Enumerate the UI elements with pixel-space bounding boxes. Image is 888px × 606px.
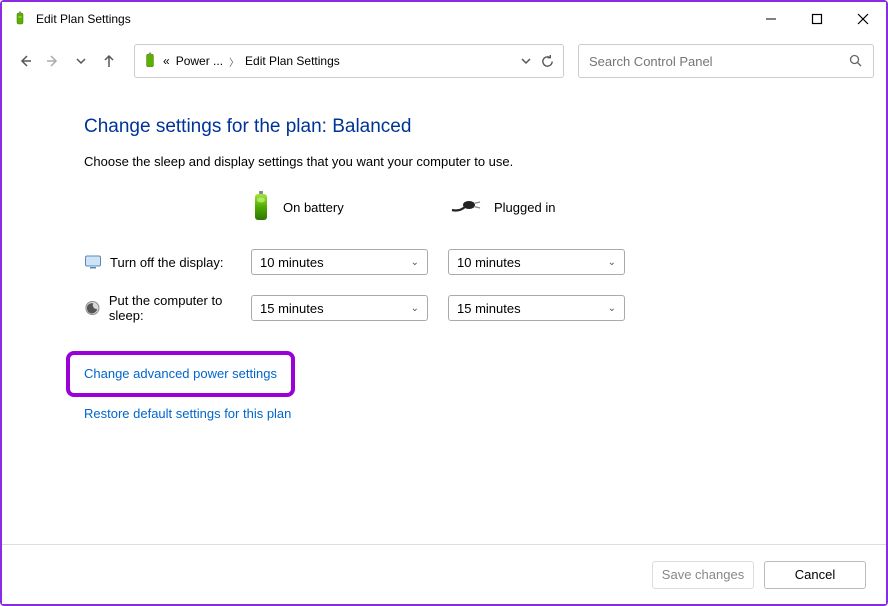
setting-row-display: Turn off the display: 10 minutes ⌄ 10 mi… [84, 249, 846, 275]
chevron-right-icon: 〉 [229, 54, 239, 69]
battery-icon [251, 189, 271, 225]
save-button[interactable]: Save changes [652, 561, 754, 589]
setting-row-sleep: Put the computer to sleep: 15 minutes ⌄ … [84, 293, 846, 323]
breadcrumb-prefix: « [163, 54, 170, 68]
window-title: Edit Plan Settings [36, 12, 748, 26]
chevron-down-icon: ⌄ [608, 303, 616, 314]
row-display-label: Turn off the display: [110, 255, 223, 270]
search-input[interactable] [589, 54, 849, 69]
titlebar: Edit Plan Settings [2, 2, 886, 36]
cancel-button[interactable]: Cancel [764, 561, 866, 589]
restore-defaults-link[interactable]: Restore default settings for this plan [84, 406, 291, 421]
content: Change settings for the plan: Balanced C… [2, 86, 886, 435]
advanced-settings-link[interactable]: Change advanced power settings [84, 366, 277, 381]
address-icon [141, 52, 159, 70]
chevron-down-icon: ⌄ [608, 257, 616, 268]
chevron-down-icon: ⌄ [411, 303, 419, 314]
forward-button[interactable] [42, 50, 64, 72]
recent-dropdown[interactable] [70, 50, 92, 72]
chevron-down-icon: ⌄ [411, 257, 419, 268]
page-subheading: Choose the sleep and display settings th… [84, 154, 846, 169]
refresh-button[interactable] [537, 51, 557, 71]
app-icon [12, 11, 28, 27]
highlight-box: Change advanced power settings [66, 351, 295, 397]
display-icon [84, 253, 102, 271]
toolbar: « Power ... 〉 Edit Plan Settings [2, 36, 886, 86]
breadcrumb-item[interactable]: Edit Plan Settings [245, 54, 340, 68]
display-plugged-dropdown[interactable]: 10 minutes ⌄ [448, 249, 625, 275]
column-battery-label: On battery [283, 200, 344, 215]
back-button[interactable] [14, 50, 36, 72]
minimize-button[interactable] [748, 2, 794, 36]
display-battery-dropdown[interactable]: 10 minutes ⌄ [251, 249, 428, 275]
breadcrumb-dropdown[interactable] [515, 50, 537, 72]
page-heading: Change settings for the plan: Balanced [84, 116, 846, 138]
search-field[interactable] [578, 44, 874, 78]
footer: Save changes Cancel [2, 544, 886, 604]
plug-icon [448, 198, 482, 216]
up-button[interactable] [98, 50, 120, 72]
close-button[interactable] [840, 2, 886, 36]
row-sleep-label: Put the computer to sleep: [109, 293, 251, 323]
sleep-plugged-dropdown[interactable]: 15 minutes ⌄ [448, 295, 625, 321]
search-icon [849, 54, 863, 68]
column-plugged-label: Plugged in [494, 200, 555, 215]
address-bar[interactable]: « Power ... 〉 Edit Plan Settings [134, 44, 564, 78]
maximize-button[interactable] [794, 2, 840, 36]
sleep-icon [84, 299, 101, 317]
breadcrumb-item[interactable]: Power ... [176, 54, 223, 68]
sleep-battery-dropdown[interactable]: 15 minutes ⌄ [251, 295, 428, 321]
